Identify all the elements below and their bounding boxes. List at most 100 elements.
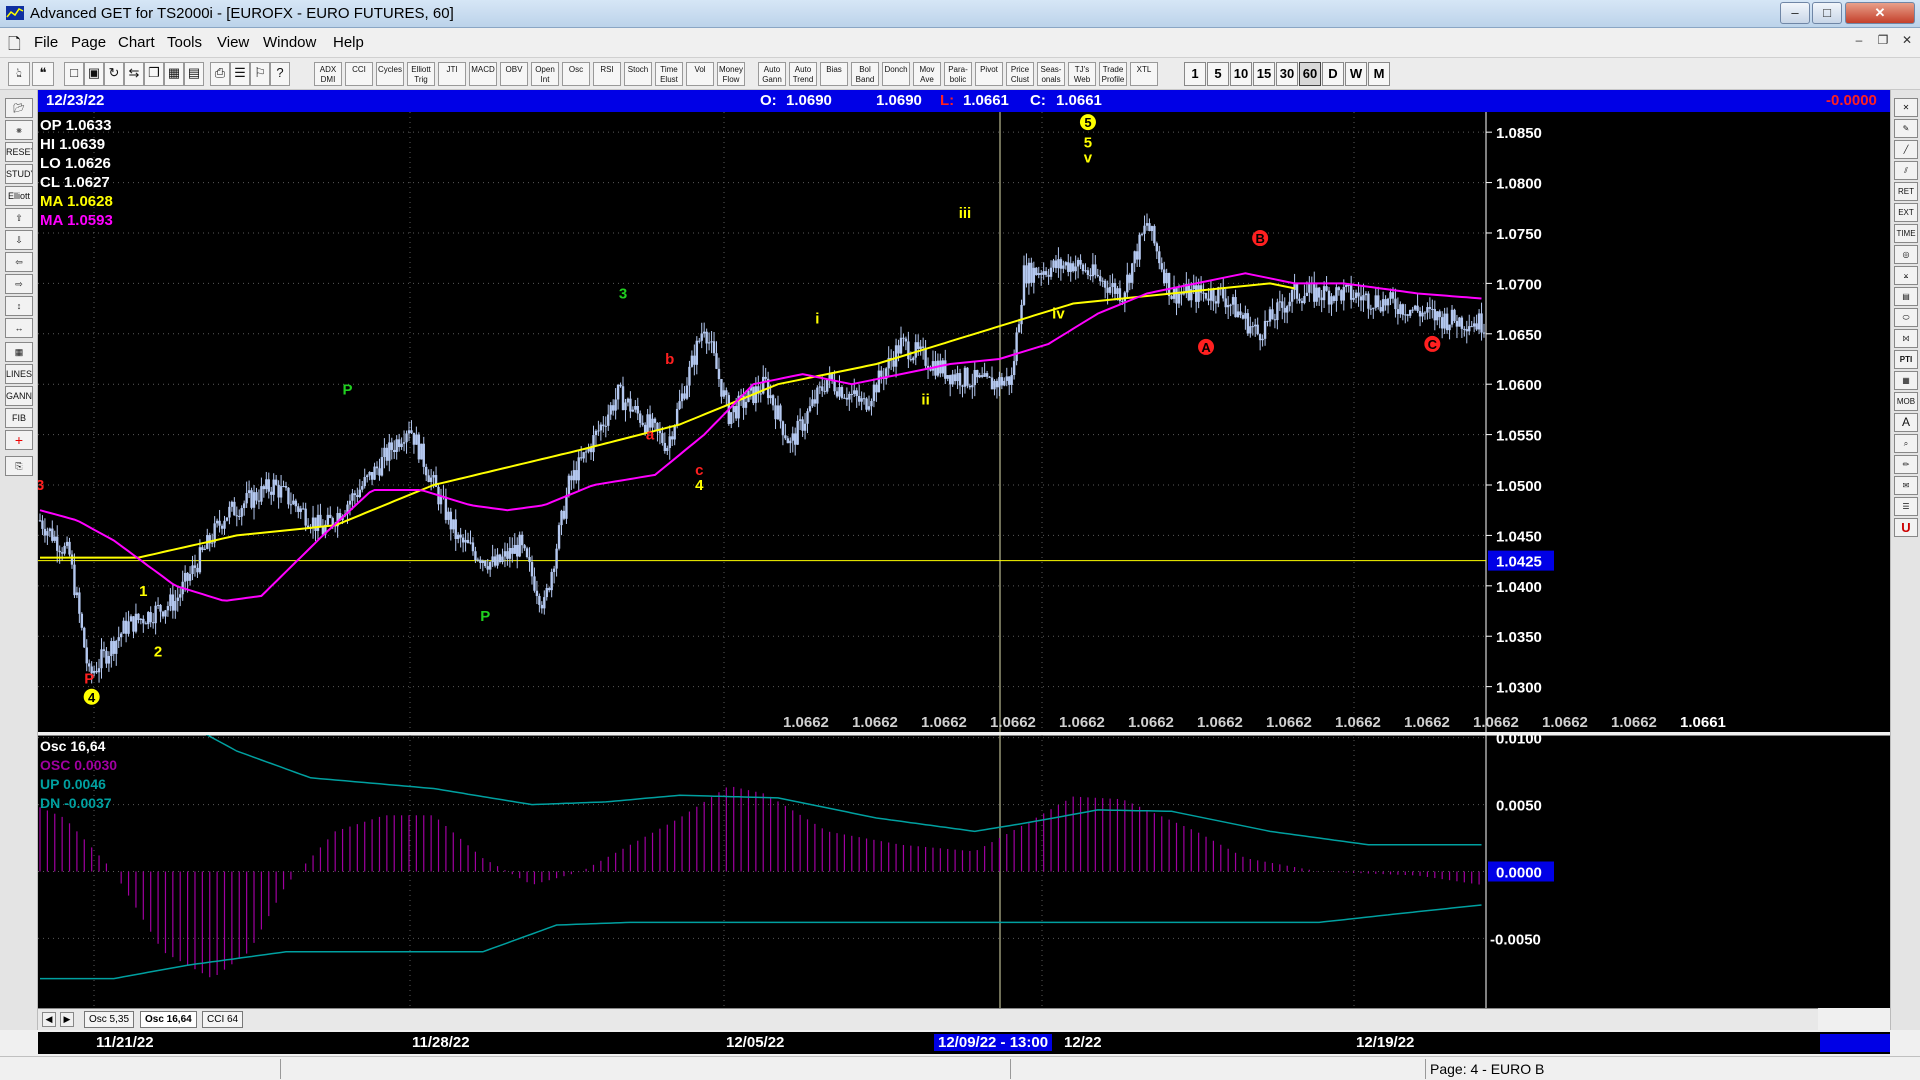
compress-icon[interactable]: ↕ [5,296,33,316]
fib-extension-icon[interactable]: EXT [1894,203,1918,222]
channel-icon[interactable]: ⫽ [1894,161,1918,180]
interval-button[interactable]: M [1368,62,1390,86]
trendline-icon[interactable]: ╱ [1894,140,1918,159]
tab-next-icon[interactable]: ▶ [60,1012,74,1027]
indicator-button[interactable]: Mov Ave [913,62,941,86]
zoom-icon[interactable]: ⌕ [1894,434,1918,453]
indicator-button[interactable]: Money Flow [717,62,745,86]
oscillator-panel[interactable]: 0.0100 0.0050 0.0000 -0.0050 Osc 16,64 OSC … [38,710,1890,1008]
price-chart-panel[interactable]: 1.0300 1.0350 1.0400 1.0450 1.0500 1.0550 1.06… [36,112,1890,732]
menu-file[interactable]: File [34,34,58,51]
interval-button[interactable]: 30 [1276,62,1298,86]
tab-prev-icon[interactable]: ◀ [42,1012,56,1027]
pti-icon[interactable]: PTI [1894,350,1918,369]
indicator-button[interactable]: MACD [469,62,497,86]
indicator-button[interactable]: Price Clust [1006,62,1034,86]
fib-retracement-icon[interactable]: RET [1894,182,1918,201]
elliott-icon[interactable]: Elliott [5,186,33,206]
indicator-button[interactable]: Vol [686,62,714,86]
refresh-icon[interactable]: ↻ [104,62,124,86]
note-icon[interactable]: ✉ [1894,476,1918,495]
pointer-icon[interactable]: 👆︎ [8,62,30,86]
oscillator-chart[interactable]: 0.0100 0.0050 0.0000 -0.0050 [38,710,1890,1008]
indicator-button[interactable]: CCI [345,62,373,86]
tab-osc-5-35[interactable]: Osc 5,35 [84,1011,135,1028]
interval-button[interactable]: 60 [1299,62,1321,86]
magnet-icon[interactable]: U [1894,518,1918,537]
help-pointer-icon[interactable]: ❝ [32,62,54,86]
indicator-button[interactable]: Donch [882,62,910,86]
print-icon[interactable]: ⎙ [210,62,230,86]
indicator-button[interactable]: Stoch [624,62,652,86]
tab-osc-16-64[interactable]: Osc 16,64 [140,1011,197,1028]
copy-icon[interactable]: ❐ [144,62,164,86]
fib-icon[interactable]: FIB [5,408,33,428]
interval-button[interactable]: W [1345,62,1367,86]
list-icon[interactable]: ☰ [1894,497,1918,516]
grid-toggle-icon[interactable]: ▦ [5,342,33,362]
mob-icon[interactable]: MOB [1894,392,1918,411]
menu-tools[interactable]: Tools [167,34,202,51]
interval-button[interactable]: 15 [1253,62,1275,86]
clipboard-icon[interactable]: ⎘ [5,456,33,476]
indicator-button[interactable]: XTL [1130,62,1158,86]
menu-chart[interactable]: Chart [118,34,155,51]
text-icon[interactable]: A [1894,413,1918,432]
grid-icon[interactable]: ▦ [164,62,184,86]
menu-help[interactable]: Help [333,34,364,51]
fan-icon[interactable]: ⨲ [1894,266,1918,285]
minimize-button[interactable]: – [1780,2,1810,24]
box-icon[interactable]: ▤ [1894,287,1918,306]
pencil-icon[interactable]: ✎ [1894,119,1918,138]
indicator-button[interactable]: Time Elust [655,62,683,86]
menu-view[interactable]: View [217,34,249,51]
indicator-button[interactable]: Auto Trend [789,62,817,86]
indicator-button[interactable]: Trade Profile [1099,62,1127,86]
grid-icon-right[interactable]: ▦ [1894,371,1918,390]
hint-icon[interactable]: ⚐ [250,62,270,86]
crosshair-icon[interactable]: + [5,430,33,450]
indicator-button[interactable]: Open Int [531,62,559,86]
new-icon[interactable]: □ [64,62,84,86]
arrow-up-icon[interactable]: ⇧ [5,208,33,228]
marker-icon[interactable]: ✏ [1894,455,1918,474]
reset-icon[interactable]: RESET [5,142,33,162]
indicator-button[interactable]: Pivot [975,62,1003,86]
interval-button[interactable]: 5 [1207,62,1229,86]
indicator-button[interactable]: RSI [593,62,621,86]
indicator-button[interactable]: ADX DMI [314,62,342,86]
tab-cci-64[interactable]: CCI 64 [202,1011,244,1028]
arrow-left-icon[interactable]: ⇦ [5,252,33,272]
study-icon[interactable]: STUDY [5,164,33,184]
indicator-button[interactable]: Para-bolic [944,62,972,86]
arrow-right-icon[interactable]: ⇨ [5,274,33,294]
mdi-close-button[interactable]: ✕ [1896,33,1918,51]
indicator-button[interactable]: Elliott Trig [407,62,435,86]
fib-time-icon[interactable]: TIME [1894,224,1918,243]
indicator-button[interactable]: Bias [820,62,848,86]
delete-tool-icon[interactable]: ✕ [1894,98,1918,117]
properties-icon[interactable]: ☰ [230,62,250,86]
indicator-button[interactable]: Osc [562,62,590,86]
expand-icon[interactable]: ↔ [5,318,33,338]
price-chart[interactable]: 1.0300 1.0350 1.0400 1.0450 1.0500 1.0550 1.06… [36,112,1890,732]
indicator-button[interactable]: TJ's Web [1068,62,1096,86]
interval-button[interactable]: D [1322,62,1344,86]
lines-icon[interactable]: LINES [5,364,33,384]
spiral-icon[interactable]: ◎ [1894,245,1918,264]
indicator-button[interactable]: OBV [500,62,528,86]
indicator-button[interactable]: Auto Gann [758,62,786,86]
mdi-restore-button[interactable]: ❐ [1872,33,1894,51]
pattern-icon[interactable]: ⨳ [5,120,33,140]
indicator-button[interactable]: JTI [438,62,466,86]
menu-page[interactable]: Page [71,34,106,51]
zigzag-icon[interactable]: ⨝ [1894,329,1918,348]
maximize-button[interactable]: □ [1812,2,1842,24]
folder-icon[interactable]: 📂︎ [5,98,33,118]
layout-icon[interactable]: ▤ [184,62,204,86]
indicator-button[interactable]: Seas-onals [1037,62,1065,86]
menu-window[interactable]: Window [263,34,316,51]
gann-icon[interactable]: GANN [5,386,33,406]
close-button[interactable]: ✕ [1845,2,1915,24]
link-icon[interactable]: ⇆ [124,62,144,86]
